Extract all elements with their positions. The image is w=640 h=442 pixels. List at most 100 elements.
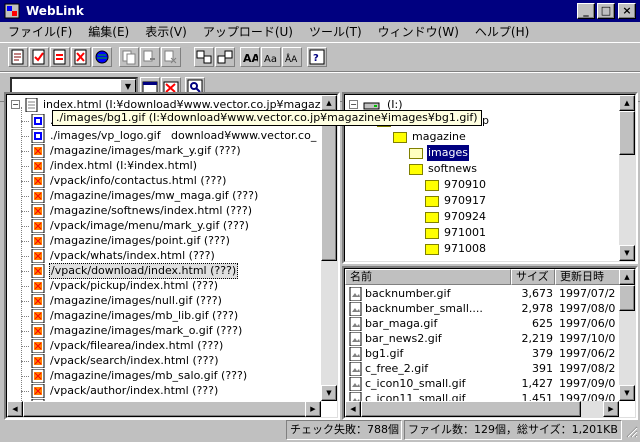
- link-up-button[interactable]: [194, 47, 214, 67]
- stop-button[interactable]: [71, 47, 91, 67]
- delete-button[interactable]: [161, 47, 181, 67]
- menu-upload[interactable]: アップロード(U): [195, 23, 301, 41]
- delete-icon: [164, 50, 177, 64]
- image-file-icon: [31, 189, 45, 203]
- menu-file[interactable]: ファイル(F): [0, 23, 80, 41]
- file-row[interactable]: c_icon10_small.gif 1,427 1997/09/0: [347, 376, 622, 392]
- menu-edit[interactable]: 編集(E): [80, 23, 137, 41]
- file-row[interactable]: bar_maga.gif 625 1997/06/0: [347, 316, 622, 332]
- file-name: backnumber.gif: [365, 287, 451, 300]
- check-all-icon: [53, 49, 66, 65]
- folder-icon: [425, 228, 439, 239]
- tree-hscroll[interactable]: ◀ ▶: [7, 401, 321, 417]
- html-file-icon: [25, 98, 38, 112]
- menu-bar: ファイル(F) 編集(E) 表示(V) アップロード(U) ツール(T) ウィン…: [0, 22, 640, 42]
- file-row[interactable]: bg1.gif 379 1997/06/2: [347, 346, 622, 362]
- menu-tools[interactable]: ツール(T): [301, 23, 370, 41]
- globe-button[interactable]: [92, 47, 112, 67]
- image-file-icon: [31, 129, 45, 143]
- menu-view[interactable]: 表示(V): [137, 23, 195, 41]
- move-button[interactable]: [140, 47, 160, 67]
- menu-window[interactable]: ウィンドウ(W): [370, 23, 467, 41]
- tree-hscroll-thumb[interactable]: [23, 401, 313, 417]
- file-row[interactable]: backnumber.gif 3,673 1997/07/2: [347, 286, 622, 302]
- gif-file-icon: [349, 347, 362, 361]
- tree-item-label: /magazine/images/mb_salo.gif (???): [50, 369, 248, 382]
- file-size: 2,978: [521, 302, 554, 315]
- folder-vscroll[interactable]: ▲ ▼: [619, 95, 635, 261]
- minimize-button[interactable]: _: [577, 3, 595, 19]
- weblink-window: WebLink _ □ × ファイル(F) 編集(E) 表示(V) アップロード…: [0, 0, 640, 442]
- image-file-icon: [31, 309, 45, 323]
- check-button[interactable]: [29, 47, 49, 67]
- gif-file-icon: [349, 362, 362, 376]
- file-size: 379: [532, 347, 553, 360]
- tree-item-label: /vpack/filearea/index.html (???): [50, 339, 224, 352]
- file-vscroll[interactable]: ▲ ▼: [619, 269, 635, 401]
- scroll-down-icon[interactable]: ▼: [619, 245, 635, 261]
- title-bar: WebLink _ □ ×: [0, 0, 640, 22]
- folder-icon: [425, 244, 439, 255]
- tree-item-label: /magazine/softnews/index.html (???): [50, 204, 253, 217]
- scroll-down-icon[interactable]: ▼: [321, 385, 337, 401]
- tree-item-path: download¥www.vector.co_: [171, 129, 317, 142]
- scroll-left-icon[interactable]: ◀: [7, 401, 23, 417]
- scroll-right-icon[interactable]: ▶: [603, 401, 619, 417]
- font-small-button[interactable]: ÅA: [282, 47, 302, 67]
- file-row[interactable]: c_free_2.gif 391 1997/08/2: [347, 361, 622, 377]
- file-date: 1997/06/0: [559, 317, 616, 330]
- scroll-down-icon[interactable]: ▼: [619, 385, 635, 401]
- menu-help[interactable]: ヘルプ(H): [467, 23, 537, 41]
- html-file-icon: [31, 264, 45, 278]
- tree-vscroll[interactable]: ▲ ▼: [321, 95, 337, 401]
- tree-item-label: /vpack/search/index.html (???): [50, 354, 219, 367]
- close-button[interactable]: ×: [618, 3, 636, 19]
- scroll-up-icon[interactable]: ▲: [321, 95, 337, 111]
- image-file-icon: [31, 294, 45, 308]
- file-date: 1997/06/2: [559, 347, 616, 360]
- html-file-icon: [31, 354, 45, 368]
- move-icon: [143, 50, 155, 62]
- scroll-left-icon[interactable]: ◀: [345, 401, 361, 417]
- file-row[interactable]: bar_news2.gif 2,219 1997/10/0: [347, 331, 622, 347]
- folder-item-label: 970917: [444, 194, 486, 207]
- file-name: bar_maga.gif: [365, 317, 438, 330]
- file-name: bg1.gif: [365, 347, 404, 360]
- folder-icon: [425, 196, 439, 207]
- col-header-name[interactable]: 名前: [345, 269, 511, 285]
- open-button[interactable]: [8, 47, 28, 67]
- folder-item-label: 970924: [444, 210, 486, 223]
- resize-grip-icon[interactable]: [624, 424, 638, 438]
- file-vscroll-thumb[interactable]: [619, 285, 635, 311]
- tree-item-label: /magazine/images/mw_maga.gif (???): [50, 189, 259, 202]
- font-small-icon: ÅA: [285, 53, 298, 65]
- scroll-up-icon[interactable]: ▲: [619, 95, 635, 111]
- help-button[interactable]: ?: [307, 47, 327, 67]
- file-row[interactable]: backnumber_small.... 2,978 1997/08/0: [347, 301, 622, 317]
- folder-item-label: images: [427, 145, 469, 161]
- col-header-size[interactable]: サイズ: [511, 269, 555, 285]
- folder-icon: [393, 132, 407, 143]
- scroll-up-icon[interactable]: ▲: [619, 269, 635, 285]
- link-tree-pane: − index.html (I:¥download¥www.vector.co.…: [4, 92, 340, 420]
- font-medium-button[interactable]: Aa: [261, 47, 281, 67]
- tree-vscroll-thumb[interactable]: [321, 111, 337, 261]
- file-hscroll[interactable]: ◀ ▶: [345, 401, 619, 417]
- file-size: 1,427: [521, 377, 554, 390]
- check-all-button[interactable]: [50, 47, 70, 67]
- link-down-icon: [217, 50, 233, 64]
- file-hscroll-thumb[interactable]: [361, 401, 581, 417]
- copy-button[interactable]: [119, 47, 139, 67]
- tree-item-label: /magazine/images/mb_lib.gif (???): [50, 309, 239, 322]
- folder-vscroll-thumb[interactable]: [619, 111, 635, 155]
- font-large-button[interactable]: AA: [240, 47, 260, 67]
- svg-text:ÅA: ÅA: [285, 53, 298, 65]
- tree-item-label: /magazine/images/null.gif (???): [50, 294, 222, 307]
- maximize-button[interactable]: □: [597, 3, 615, 19]
- tree-item-label: /vpack/download/index.html (???): [49, 263, 239, 279]
- image-file-icon: [31, 144, 45, 158]
- scroll-right-icon[interactable]: ▶: [305, 401, 321, 417]
- tree-item-label: /magazine/images/point.gif (???): [50, 234, 230, 247]
- link-down-button[interactable]: [215, 47, 235, 67]
- folder-item-label: 971008: [444, 242, 486, 255]
